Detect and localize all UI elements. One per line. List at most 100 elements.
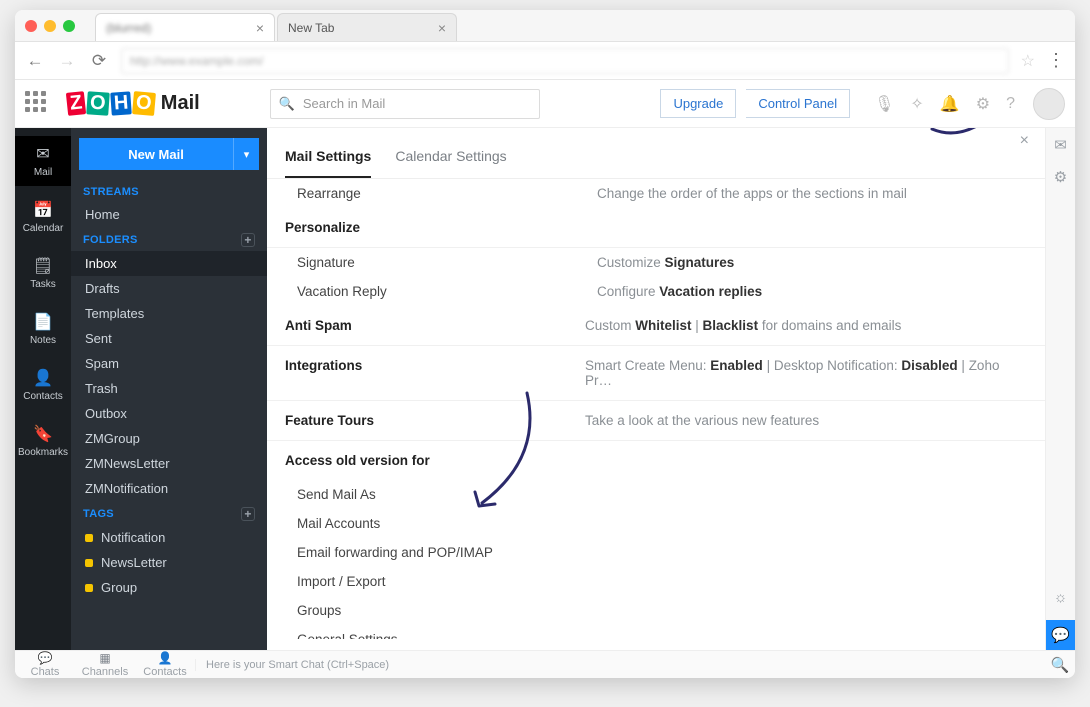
close-settings-icon[interactable]: × <box>1020 132 1029 150</box>
control-panel-button[interactable]: Control Panel <box>746 89 850 118</box>
close-window-icon[interactable] <box>25 20 37 32</box>
window-controls <box>25 20 75 32</box>
sidebar-tag-group[interactable]: Group <box>71 575 267 600</box>
chat-rail-button[interactable]: 💬 <box>1046 620 1075 650</box>
rail-mail[interactable]: ✉Mail <box>15 136 71 186</box>
right-rail: ✉ ⚙ ☼ 💬 <box>1045 128 1075 650</box>
add-tag-icon[interactable]: + <box>241 507 255 521</box>
row-signature[interactable]: Signature Customize Signatures <box>267 248 1045 277</box>
mic-icon[interactable]: 🎙 <box>874 94 894 114</box>
folders-header: FOLDERS + <box>71 227 267 251</box>
sidebar-item-home[interactable]: Home <box>71 202 267 227</box>
browser-tabs: (blurred) × New Tab × <box>95 10 459 41</box>
row-antispam[interactable]: Anti Spam Custom Whitelist | Blacklist f… <box>267 306 1045 346</box>
app-bar: ZOHO Mail 🔍 Search in Mail Upgrade Contr… <box>15 80 1075 128</box>
row-feature-tours[interactable]: Feature Tours Take a look at the various… <box>267 401 1045 441</box>
new-mail-button[interactable]: New Mail <box>79 138 233 170</box>
upgrade-button[interactable]: Upgrade <box>660 89 736 118</box>
sidebar-item-zmnotification[interactable]: ZMNotification <box>71 476 267 501</box>
row-general-settings[interactable]: General Settings <box>267 625 1045 639</box>
row-access-head: Access old version for <box>267 441 1045 480</box>
tag-color-icon <box>85 534 93 542</box>
streams-header: STREAMS <box>71 180 267 202</box>
row-send-as[interactable]: Send Mail As <box>267 480 1045 509</box>
sidebar-item-sent[interactable]: Sent <box>71 326 267 351</box>
sidebar-item-templates[interactable]: Templates <box>71 301 267 326</box>
top-icons: 🎙 ✧ 🔔 ⚙ ? <box>874 94 1015 114</box>
tags-header: TAGS + <box>71 501 267 525</box>
row-groups[interactable]: Groups <box>267 596 1045 625</box>
url-input[interactable]: http://www.example.com/ <box>121 48 1009 74</box>
sidebar-tag-notification[interactable]: Notification <box>71 525 267 550</box>
browser-window: (blurred) × New Tab × ← → ⟳ http://www.e… <box>15 10 1075 678</box>
address-bar: ← → ⟳ http://www.example.com/ ☆ ⋮ <box>15 42 1075 80</box>
row-vacation[interactable]: Vacation Reply Configure Vacation replie… <box>267 277 1045 306</box>
rail-notes[interactable]: 📄Notes <box>15 304 71 354</box>
rail-contacts[interactable]: 👤Contacts <box>15 360 71 410</box>
back-icon[interactable]: ← <box>25 51 45 71</box>
tab-calendar-settings[interactable]: Calendar Settings <box>395 140 506 178</box>
logo-mail-text: Mail <box>161 92 200 115</box>
search-icon: 🔍 <box>279 96 295 112</box>
maximize-window-icon[interactable] <box>63 20 75 32</box>
sidebar-item-drafts[interactable]: Drafts <box>71 276 267 301</box>
bell-icon[interactable]: 🔔 <box>940 94 960 114</box>
row-mail-accounts[interactable]: Mail Accounts <box>267 509 1045 538</box>
mail-rail-icon[interactable]: ✉ <box>1054 136 1067 154</box>
sidebar-item-spam[interactable]: Spam <box>71 351 267 376</box>
main-panel: × Mail Settings Calendar Settings Rearra… <box>267 128 1075 650</box>
titlebar: (blurred) × New Tab × <box>15 10 1075 42</box>
tab-newtab[interactable]: New Tab × <box>277 13 457 41</box>
rail-tasks[interactable]: 🗒Tasks <box>15 248 71 298</box>
zoho-mail-logo[interactable]: ZOHO Mail <box>67 92 200 115</box>
rail-bookmarks[interactable]: 🔖Bookmarks <box>15 416 71 466</box>
close-icon[interactable]: × <box>256 20 264 36</box>
bookmark-star-icon[interactable]: ☆ <box>1021 51 1035 71</box>
forward-icon[interactable]: → <box>57 51 77 71</box>
settings-list[interactable]: Rearrange Change the order of the apps o… <box>267 179 1045 639</box>
settings-tabs: Mail Settings Calendar Settings <box>267 140 1045 179</box>
sidebar-item-zmnewsletter[interactable]: ZMNewsLetter <box>71 451 267 476</box>
add-folder-icon[interactable]: + <box>241 233 255 247</box>
tab-mail-settings[interactable]: Mail Settings <box>285 140 371 178</box>
search-input[interactable]: 🔍 Search in Mail <box>270 89 540 119</box>
avatar[interactable] <box>1033 88 1065 120</box>
minimize-window-icon[interactable] <box>44 20 56 32</box>
app-rail: ✉Mail 📅Calendar 🗒Tasks 📄Notes 👤Contacts … <box>15 128 71 650</box>
row-integrations[interactable]: Integrations Smart Create Menu: Enabled … <box>267 346 1045 401</box>
tag-color-icon <box>85 559 93 567</box>
new-mail-dropdown[interactable]: ▾ <box>233 138 259 170</box>
sidebar-item-inbox[interactable]: Inbox <box>71 251 267 276</box>
close-icon[interactable]: × <box>438 20 446 36</box>
contacts-icon: 👤 <box>33 368 53 388</box>
sidebar-item-zmgroup[interactable]: ZMGroup <box>71 426 267 451</box>
row-import-export[interactable]: Import / Export <box>267 567 1045 596</box>
tasks-icon: 🗒 <box>33 256 53 276</box>
footer-search-icon[interactable]: 🔍 <box>1045 656 1075 674</box>
footer-contacts[interactable]: 👤Contacts <box>135 649 195 678</box>
help-icon[interactable]: ? <box>1006 95 1015 113</box>
ribbon-icon[interactable]: ✧ <box>910 94 923 114</box>
reload-icon[interactable]: ⟳ <box>89 51 109 71</box>
sidebar: New Mail ▾ STREAMS Home FOLDERS + Inbox … <box>71 128 267 650</box>
rail-calendar[interactable]: 📅Calendar <box>15 192 71 242</box>
row-rearrange[interactable]: Rearrange Change the order of the apps o… <box>267 179 1045 208</box>
row-email-forwarding[interactable]: Email forwarding and POP/IMAP <box>267 538 1045 567</box>
mail-icon: ✉ <box>36 144 49 164</box>
apps-grid-icon[interactable] <box>25 91 51 117</box>
tab-active[interactable]: (blurred) × <box>95 13 275 41</box>
footer: 💬Chats ▦Channels 👤Contacts Here is your … <box>15 650 1075 678</box>
footer-channels[interactable]: ▦Channels <box>75 649 135 678</box>
theme-icon[interactable]: ☼ <box>1054 589 1068 606</box>
settings-rail-icon[interactable]: ⚙ <box>1054 168 1067 186</box>
browser-menu-icon[interactable]: ⋮ <box>1047 50 1065 71</box>
footer-chats[interactable]: 💬Chats <box>15 649 75 678</box>
calendar-icon: 📅 <box>33 200 53 220</box>
sidebar-item-trash[interactable]: Trash <box>71 376 267 401</box>
sidebar-item-outbox[interactable]: Outbox <box>71 401 267 426</box>
tab-label: (blurred) <box>106 21 151 35</box>
gear-icon[interactable]: ⚙ <box>976 94 990 114</box>
footer-hint: Here is your Smart Chat (Ctrl+Space) <box>195 659 1045 671</box>
sidebar-tag-newsletter[interactable]: NewsLetter <box>71 550 267 575</box>
tab-label: New Tab <box>288 21 334 35</box>
